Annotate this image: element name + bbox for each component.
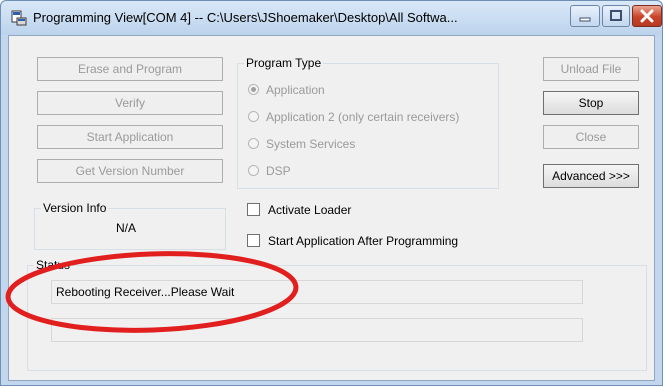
status-label: Status — [34, 258, 73, 272]
activate-loader-checkbox[interactable]: Activate Loader — [247, 203, 351, 217]
stop-button[interactable]: Stop — [543, 91, 639, 115]
checkbox-box — [247, 234, 260, 247]
advanced-button[interactable]: Advanced >>> — [543, 164, 639, 188]
version-info-label: Version Info — [41, 201, 109, 215]
version-info-value: N/A — [116, 221, 137, 235]
radio-label: DSP — [266, 164, 291, 178]
version-info-group: Version Info N/A — [34, 201, 226, 250]
verify-button[interactable]: Verify — [37, 91, 223, 115]
radio-label: System Services — [266, 137, 356, 151]
close-button[interactable]: Close — [543, 125, 639, 149]
radio-application[interactable]: Application — [248, 83, 325, 97]
checkbox-label: Activate Loader — [268, 203, 352, 217]
close-window-button[interactable] — [632, 5, 662, 27]
checkbox-label: Start Application After Programming — [268, 234, 459, 248]
unload-file-button[interactable]: Unload File — [543, 57, 639, 81]
checkbox-box — [247, 203, 260, 216]
minimize-button[interactable] — [570, 5, 600, 27]
status-line-1: Rebooting Receiver...Please Wait — [51, 280, 583, 304]
start-application-button[interactable]: Start Application — [37, 125, 223, 149]
radio-unselected-icon — [248, 138, 259, 149]
status-group: Status Rebooting Receiver...Please Wait — [27, 258, 647, 371]
status-line-2 — [51, 318, 583, 342]
app-icon — [11, 10, 27, 26]
radio-application-2[interactable]: Application 2 (only certain receivers) — [248, 110, 459, 124]
erase-and-program-button[interactable]: Erase and Program — [37, 57, 223, 81]
start-after-programming-checkbox[interactable]: Start Application After Programming — [247, 234, 458, 248]
programming-view-window: Programming View[COM 4] -- C:\Users\JSho… — [0, 0, 663, 386]
close-icon — [640, 9, 654, 23]
window-title: Programming View[COM 4] -- C:\Users\JSho… — [33, 10, 458, 25]
radio-label: Application — [266, 83, 325, 97]
radio-unselected-icon — [248, 111, 259, 122]
radio-selected-icon — [248, 84, 259, 95]
title-bar[interactable]: Programming View[COM 4] -- C:\Users\JSho… — [1, 1, 662, 35]
program-type-group: Program Type Application Application 2 (… — [237, 56, 499, 189]
program-type-label: Program Type — [244, 56, 324, 70]
radio-system-services[interactable]: System Services — [248, 137, 355, 151]
radio-dsp[interactable]: DSP — [248, 164, 291, 178]
maximize-icon — [610, 10, 622, 21]
radio-unselected-icon — [248, 165, 259, 176]
minimize-icon — [579, 17, 591, 22]
radio-label: Application 2 (only certain receivers) — [266, 110, 460, 124]
maximize-button[interactable] — [602, 5, 630, 27]
dialog-client-area: Erase and Program Verify Start Applicati… — [8, 35, 655, 381]
get-version-number-button[interactable]: Get Version Number — [37, 159, 223, 183]
